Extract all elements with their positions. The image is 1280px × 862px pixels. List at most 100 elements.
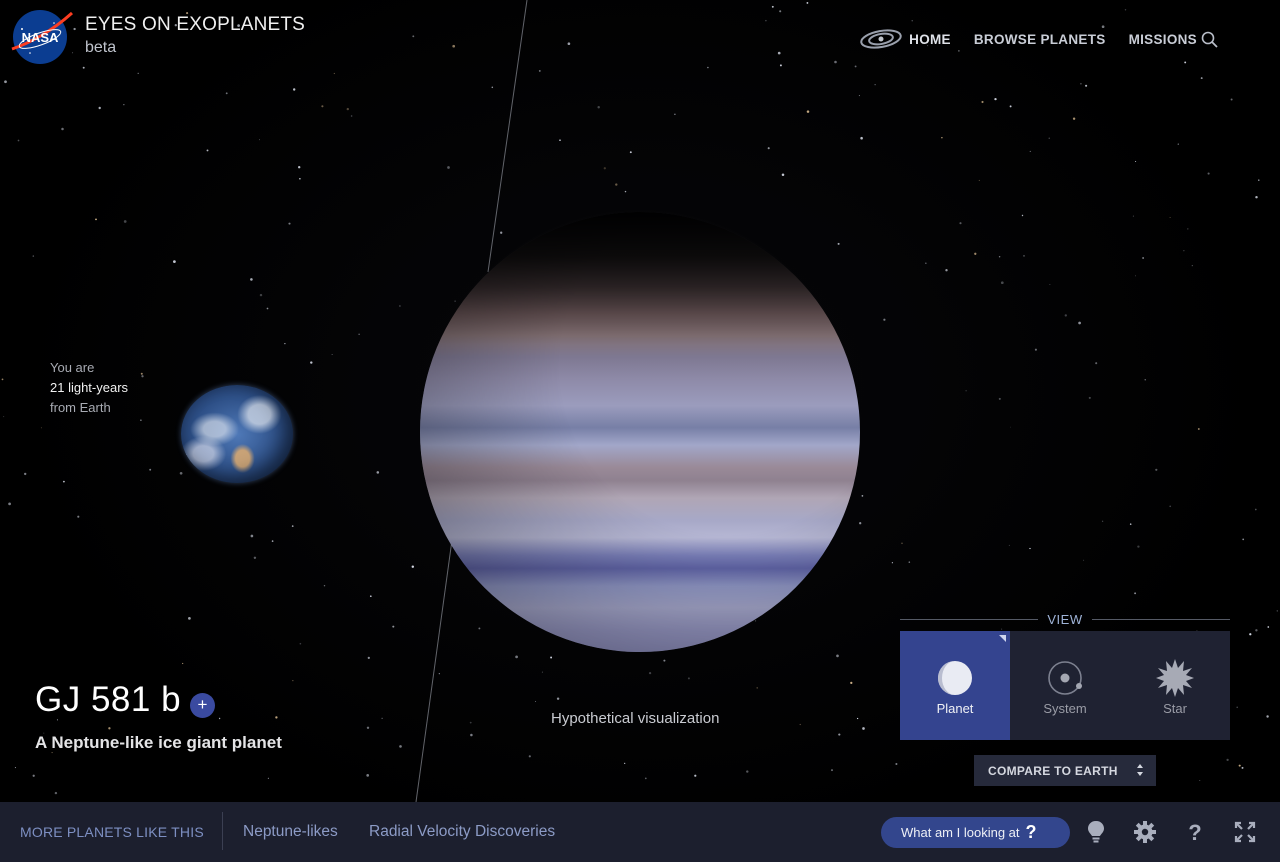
star bbox=[861, 495, 864, 497]
star bbox=[648, 671, 652, 675]
star bbox=[98, 106, 101, 110]
star bbox=[321, 105, 324, 108]
star bbox=[837, 242, 840, 245]
star bbox=[629, 151, 632, 154]
star bbox=[1134, 592, 1137, 595]
star bbox=[250, 278, 253, 281]
planet-info-button[interactable]: + bbox=[190, 693, 215, 718]
nav-browse-planets[interactable]: BROWSE PLANETS bbox=[974, 32, 1106, 47]
compare-to-earth-select[interactable]: COMPARE TO EARTH bbox=[974, 755, 1156, 786]
star bbox=[1241, 766, 1244, 769]
star bbox=[149, 468, 152, 471]
star bbox=[911, 20, 913, 22]
view-option-star[interactable]: Star bbox=[1120, 631, 1230, 740]
star bbox=[1142, 257, 1144, 259]
star bbox=[754, 620, 757, 622]
star bbox=[779, 64, 782, 67]
star bbox=[259, 139, 261, 141]
star bbox=[491, 86, 494, 89]
star bbox=[1001, 628, 1003, 630]
star bbox=[687, 677, 690, 680]
star bbox=[883, 318, 886, 321]
star bbox=[140, 419, 142, 421]
star bbox=[469, 721, 472, 724]
star bbox=[412, 35, 415, 38]
view-selector: Planet System Star bbox=[900, 631, 1230, 740]
star bbox=[1169, 505, 1172, 508]
what-am-i-looking-at-button[interactable]: What am I looking at ? bbox=[881, 817, 1070, 848]
star bbox=[624, 190, 627, 193]
star bbox=[32, 774, 35, 777]
star bbox=[908, 561, 911, 563]
space-viewport[interactable]: NASA EYES ON EXOPLANETS beta HOME BROWSE… bbox=[0, 0, 1280, 862]
view-option-planet[interactable]: Planet bbox=[900, 631, 1010, 740]
top-nav: HOME BROWSE PLANETS MISSIONS bbox=[859, 29, 1220, 49]
star bbox=[95, 218, 97, 221]
star bbox=[293, 88, 296, 91]
star bbox=[399, 745, 402, 748]
help-icon[interactable]: ? bbox=[1183, 819, 1207, 845]
compare-label: COMPARE TO EARTH bbox=[988, 763, 1118, 778]
star bbox=[860, 136, 863, 140]
star bbox=[1034, 348, 1037, 351]
star bbox=[836, 654, 839, 658]
star bbox=[781, 173, 785, 176]
star bbox=[454, 300, 456, 302]
star bbox=[674, 113, 676, 116]
star bbox=[1258, 179, 1260, 181]
star bbox=[1135, 275, 1137, 277]
gear-icon[interactable] bbox=[1133, 819, 1157, 845]
view-header: VIEW bbox=[900, 611, 1230, 627]
star bbox=[140, 372, 143, 375]
star bbox=[173, 260, 176, 263]
star bbox=[333, 72, 335, 75]
star bbox=[858, 95, 860, 97]
star bbox=[1187, 228, 1189, 230]
star bbox=[225, 92, 228, 95]
star bbox=[206, 149, 209, 152]
star bbox=[515, 655, 518, 659]
planet-icon bbox=[938, 661, 972, 695]
star bbox=[771, 5, 774, 8]
star bbox=[779, 10, 782, 13]
star bbox=[550, 656, 553, 659]
planet-visualization[interactable] bbox=[420, 212, 860, 652]
nav-home[interactable]: HOME bbox=[909, 32, 951, 47]
star bbox=[367, 656, 370, 660]
star bbox=[250, 534, 254, 538]
nasa-logo[interactable]: NASA bbox=[10, 9, 74, 65]
system-icon bbox=[1048, 661, 1082, 695]
star bbox=[941, 137, 943, 139]
star bbox=[974, 252, 977, 255]
link-radial-velocity[interactable]: Radial Velocity Discoveries bbox=[369, 823, 555, 841]
star bbox=[528, 755, 531, 758]
star bbox=[266, 307, 269, 310]
star bbox=[298, 166, 301, 169]
star bbox=[123, 220, 127, 223]
link-neptune-likes[interactable]: Neptune-likes bbox=[243, 823, 338, 841]
star bbox=[17, 139, 20, 142]
search-icon[interactable] bbox=[1200, 30, 1220, 50]
star bbox=[500, 231, 503, 234]
star bbox=[399, 305, 401, 307]
star bbox=[3, 416, 5, 418]
star bbox=[182, 662, 184, 665]
star bbox=[54, 791, 58, 795]
star bbox=[253, 556, 257, 560]
app-subtitle: beta bbox=[85, 39, 117, 56]
fullscreen-icon[interactable] bbox=[1233, 819, 1257, 845]
star-icon bbox=[1156, 659, 1194, 697]
star bbox=[1124, 9, 1127, 11]
star bbox=[603, 167, 606, 170]
star bbox=[965, 390, 967, 392]
star bbox=[1064, 314, 1067, 317]
lightbulb-icon[interactable] bbox=[1084, 819, 1108, 845]
earth-comparison[interactable] bbox=[181, 385, 293, 483]
view-option-system[interactable]: System bbox=[1010, 631, 1120, 740]
star bbox=[1183, 250, 1185, 252]
star bbox=[1029, 547, 1031, 550]
active-indicator bbox=[999, 635, 1006, 642]
star bbox=[559, 139, 561, 142]
nav-missions[interactable]: MISSIONS bbox=[1129, 32, 1197, 47]
star bbox=[615, 183, 618, 186]
